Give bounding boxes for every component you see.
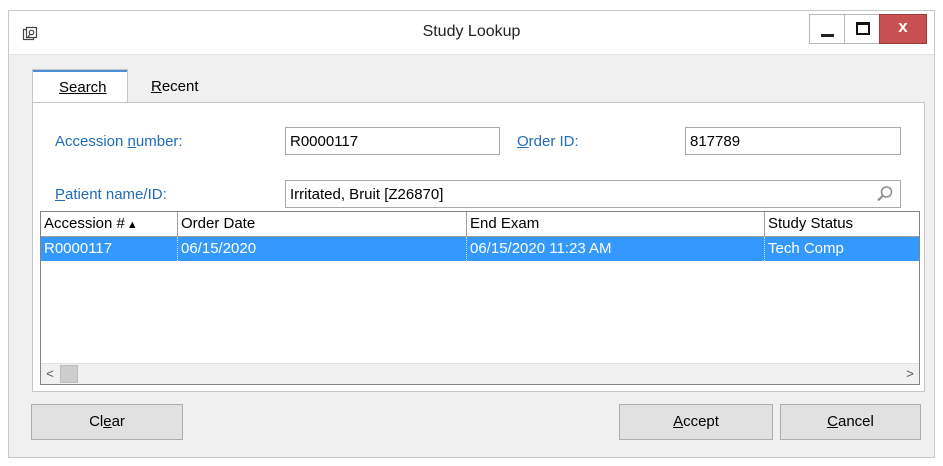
cancel-button-label: Cancel (827, 413, 874, 430)
column-header-accession[interactable]: Accession # ▲ (41, 212, 178, 237)
grid-header: Accession # ▲ Order Date End Exam Study S… (41, 212, 919, 237)
accept-button-mnemonic: A (673, 413, 684, 430)
column-header-accession-label: Accession # (44, 215, 125, 232)
column-header-order-date[interactable]: Order Date (178, 212, 467, 237)
cancel-button[interactable]: Cancel (780, 404, 921, 440)
scroll-left-arrow-icon[interactable]: < (41, 364, 59, 384)
cell-order-date: 06/15/2020 (178, 237, 467, 261)
accession-number-input[interactable]: R0000117 (285, 127, 500, 155)
title-bar[interactable]: Study Lookup x (9, 11, 934, 55)
window-title: Study Lookup (422, 23, 521, 40)
clear-button[interactable]: Clear (31, 404, 183, 440)
accept-button[interactable]: Accept (619, 404, 773, 440)
maximize-button[interactable] (844, 14, 880, 44)
cell-accession: R0000117 (41, 237, 178, 261)
minimize-icon (821, 34, 834, 37)
close-icon: x (898, 17, 908, 36)
patient-name-label: Patient name/ID: (55, 186, 167, 203)
active-tab-indicator (33, 70, 127, 72)
order-id-mnemonic: O (517, 133, 529, 150)
scroll-right-arrow-icon[interactable]: > (901, 364, 919, 384)
cell-study-status: Tech Comp (768, 240, 844, 257)
tab-recent-rest: ecent (161, 78, 199, 95)
column-header-study-status[interactable]: Study Status (765, 212, 919, 237)
cancel-button-mnemonic: C (827, 413, 838, 430)
cell-end-exam: 06/15/2020 11:23 AM (467, 237, 765, 261)
tab-recent-mnemonic: R (151, 78, 162, 95)
tab-search-label: Search (59, 79, 107, 96)
order-id-label: Order ID: (517, 133, 579, 150)
patient-name-value: Irritated, Bruit [Z26870] (290, 186, 444, 203)
tab-search[interactable]: Search (32, 69, 128, 103)
accept-button-label: Accept (673, 413, 719, 430)
tab-recent-label: Recent (151, 78, 199, 95)
tab-recent[interactable]: Recent (151, 78, 199, 95)
search-icon[interactable] (876, 185, 894, 203)
sort-ascending-icon: ▲ (126, 219, 138, 231)
horizontal-scrollbar[interactable]: < > (41, 363, 919, 384)
results-grid: Accession # ▲ Order Date End Exam Study S… (40, 211, 920, 385)
accession-number-mnemonic: n (127, 133, 136, 150)
clear-button-mnemonic: e (103, 413, 112, 430)
scrollbar-thumb[interactable] (60, 365, 78, 383)
clear-button-label: Clear (89, 413, 125, 430)
column-header-end-exam[interactable]: End Exam (467, 212, 765, 237)
study-lookup-window: Study Lookup x Search Recent Accession n… (8, 10, 935, 458)
patient-name-input[interactable]: Irritated, Bruit [Z26870] (285, 180, 901, 208)
minimize-button[interactable] (809, 14, 845, 44)
order-id-input[interactable]: 817789 (685, 127, 901, 155)
patient-name-mnemonic: P (55, 186, 66, 203)
accession-number-label: Accession number: (55, 133, 183, 150)
maximize-icon (856, 22, 870, 35)
table-row[interactable]: R0000117 06/15/2020 06/15/2020 11:23 AM … (41, 237, 919, 261)
close-button[interactable]: x (879, 14, 927, 44)
search-panel: Accession number: R0000117 Order ID: 817… (32, 102, 925, 392)
